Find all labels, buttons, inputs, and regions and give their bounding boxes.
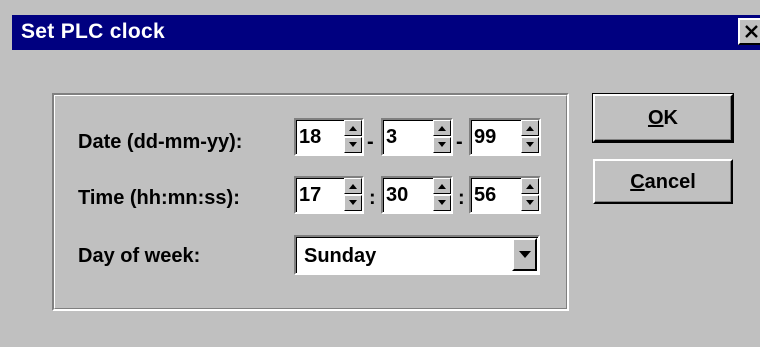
down-arrow-icon bbox=[526, 142, 534, 147]
up-arrow-icon bbox=[349, 184, 357, 189]
time-seconds-spinner[interactable]: 56 bbox=[469, 176, 541, 214]
down-arrow-icon bbox=[438, 142, 446, 147]
close-button[interactable] bbox=[738, 18, 760, 45]
date-year-spin-buttons bbox=[521, 120, 539, 153]
time-minutes-value[interactable]: 30 bbox=[386, 184, 408, 206]
up-arrow-icon bbox=[438, 126, 446, 131]
day-of-week-select[interactable]: Sunday bbox=[294, 235, 540, 275]
date-month-decrement[interactable] bbox=[433, 137, 451, 153]
date-day-spin-buttons bbox=[344, 120, 362, 153]
date-year-increment[interactable] bbox=[521, 120, 539, 136]
day-of-week-dropdown-button[interactable] bbox=[512, 238, 537, 271]
up-arrow-icon bbox=[526, 184, 534, 189]
time-separator: : bbox=[369, 187, 376, 209]
date-day-value[interactable]: 18 bbox=[299, 126, 321, 148]
time-seconds-increment[interactable] bbox=[521, 178, 539, 194]
title-bar[interactable]: Set PLC clock bbox=[12, 15, 760, 50]
time-seconds-value[interactable]: 56 bbox=[474, 184, 496, 206]
time-seconds-decrement[interactable] bbox=[521, 195, 539, 211]
cancel-button[interactable]: Cancel bbox=[593, 159, 733, 204]
set-plc-clock-dialog: Set PLC clock Date (dd-mm-yy): 18 - 3 - … bbox=[0, 0, 760, 347]
time-minutes-spinner[interactable]: 30 bbox=[381, 176, 453, 214]
time-seconds-spin-buttons bbox=[521, 178, 539, 211]
date-label: Date (dd-mm-yy): bbox=[78, 131, 243, 153]
up-arrow-icon bbox=[438, 184, 446, 189]
chevron-down-icon bbox=[519, 251, 531, 258]
window-left-edge bbox=[0, 50, 12, 347]
cancel-button-label: Cancel bbox=[630, 170, 696, 193]
date-month-increment[interactable] bbox=[433, 120, 451, 136]
up-arrow-icon bbox=[526, 126, 534, 131]
date-day-increment[interactable] bbox=[344, 120, 362, 136]
window-title: Set PLC clock bbox=[21, 20, 165, 43]
time-hours-spin-buttons bbox=[344, 178, 362, 211]
day-of-week-label: Day of week: bbox=[78, 245, 201, 267]
day-of-week-value: Sunday bbox=[304, 245, 377, 267]
date-month-spin-buttons bbox=[433, 120, 451, 153]
time-minutes-increment[interactable] bbox=[433, 178, 451, 194]
time-hours-increment[interactable] bbox=[344, 178, 362, 194]
close-icon bbox=[745, 25, 758, 38]
date-day-decrement[interactable] bbox=[344, 137, 362, 153]
ok-button-label: OK bbox=[647, 107, 678, 129]
date-month-spinner[interactable]: 3 bbox=[381, 118, 453, 156]
down-arrow-icon bbox=[526, 200, 534, 205]
down-arrow-icon bbox=[349, 142, 357, 147]
date-separator: - bbox=[367, 131, 374, 153]
down-arrow-icon bbox=[438, 200, 446, 205]
time-minutes-spin-buttons bbox=[433, 178, 451, 211]
time-hours-value[interactable]: 17 bbox=[299, 184, 321, 206]
date-separator: - bbox=[456, 131, 463, 153]
date-month-value[interactable]: 3 bbox=[386, 126, 397, 148]
time-label: Time (hh:mn:ss): bbox=[78, 187, 240, 209]
time-hours-spinner[interactable]: 17 bbox=[294, 176, 364, 214]
up-arrow-icon bbox=[349, 126, 357, 131]
time-minutes-decrement[interactable] bbox=[433, 195, 451, 211]
time-separator: : bbox=[458, 187, 465, 209]
time-hours-decrement[interactable] bbox=[344, 195, 362, 211]
date-year-value[interactable]: 99 bbox=[474, 126, 496, 148]
date-day-spinner[interactable]: 18 bbox=[294, 118, 364, 156]
date-year-decrement[interactable] bbox=[521, 137, 539, 153]
down-arrow-icon bbox=[349, 200, 357, 205]
ok-button[interactable]: OK bbox=[592, 93, 734, 143]
date-year-spinner[interactable]: 99 bbox=[469, 118, 541, 156]
